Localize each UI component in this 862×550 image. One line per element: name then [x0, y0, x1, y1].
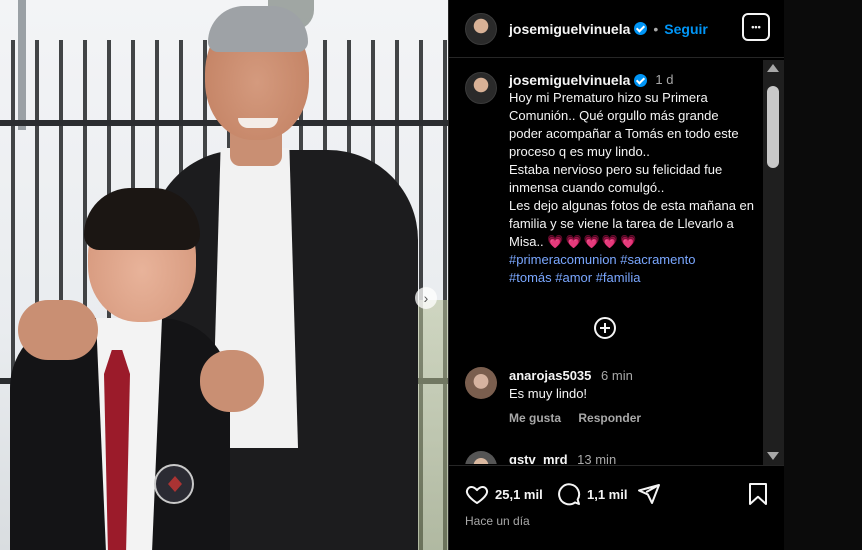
- caption-text: Hoy mi Prematuro hizo su Primera Comunió…: [509, 89, 755, 251]
- save-button[interactable]: [747, 482, 769, 506]
- scroll-down-arrow-icon[interactable]: [767, 452, 779, 460]
- post-actions: 25,1 mil 1,1 mil: [465, 482, 773, 506]
- follow-button[interactable]: Seguir: [664, 21, 708, 37]
- comment-username[interactable]: gstv_mrd: [509, 452, 568, 464]
- heart-emojis: 💗💗💗💗💗: [547, 234, 639, 249]
- comment-username[interactable]: anarojas5035: [509, 368, 591, 383]
- comment-avatar[interactable]: [465, 367, 497, 399]
- more-icon: •••: [751, 22, 761, 32]
- share-icon: [638, 484, 660, 504]
- comment-button[interactable]: 1,1 mil: [557, 482, 627, 506]
- school-badge-icon: [154, 464, 194, 504]
- verified-badge-icon: [634, 22, 648, 35]
- heart-icon: [465, 486, 489, 504]
- post-photo[interactable]: ›: [0, 0, 448, 550]
- comment-body: gstv_mrd 13 min: [509, 451, 616, 464]
- hashtag-line[interactable]: #primeracomunion #sacramento: [509, 251, 755, 269]
- like-button[interactable]: 25,1 mil: [465, 482, 543, 506]
- man-hair: [208, 6, 308, 52]
- hashtag-line[interactable]: #tomás #amor #familia: [509, 269, 755, 287]
- like-count: 25,1 mil: [495, 486, 543, 502]
- verified-badge-icon: [634, 73, 648, 87]
- avatar[interactable]: [465, 12, 497, 45]
- chevron-right-icon: ›: [423, 290, 429, 306]
- comment-item: anarojas5035 6 min Es muy lindo! Me gust…: [465, 367, 755, 427]
- page-background: [784, 0, 862, 550]
- bookmark-icon: [749, 483, 767, 505]
- more-options-button[interactable]: •••: [742, 13, 770, 41]
- scroll-up-arrow-icon[interactable]: [767, 64, 779, 72]
- comment-count: 1,1 mil: [587, 486, 628, 502]
- caption-text-content: Hoy mi Prematuro hizo su Primera Comunió…: [509, 90, 755, 249]
- load-more-comments-button[interactable]: [594, 317, 616, 339]
- share-button[interactable]: [637, 482, 661, 506]
- caption-header: josemiguelvinuela 1 d: [509, 71, 755, 89]
- caption-body: josemiguelvinuela 1 d Hoy mi Prematuro h…: [509, 71, 755, 287]
- comment-body: anarojas5035 6 min Es muy lindo! Me gust…: [509, 367, 655, 427]
- scrollbar-thumb[interactable]: [767, 86, 779, 168]
- next-photo-button[interactable]: ›: [415, 287, 437, 309]
- post-side-panel: josemiguelvinuela • Seguir ••• josemigue…: [448, 0, 785, 550]
- comment-time: 13 min: [577, 452, 617, 464]
- post-footer: 25,1 mil 1,1 mil Hace un día: [449, 465, 785, 550]
- comment-item: gstv_mrd 13 min: [465, 451, 755, 464]
- comment-icon: [558, 483, 581, 506]
- comment-time: 6 min: [601, 368, 633, 383]
- comment-reply-button[interactable]: Responder: [578, 411, 641, 425]
- post-header: josemiguelvinuela • Seguir •••: [449, 0, 785, 58]
- boy-tie: [104, 350, 130, 550]
- separator-dot: •: [653, 20, 659, 37]
- post-date: Hace un día: [465, 514, 530, 528]
- caption-time: 1 d: [655, 72, 674, 87]
- post-caption: josemiguelvinuela 1 d Hoy mi Prematuro h…: [465, 71, 755, 287]
- man-smile: [238, 118, 278, 128]
- comment-actions: Me gusta Responder: [509, 409, 655, 427]
- comment-text: Es muy lindo!: [509, 386, 588, 401]
- header-username[interactable]: josemiguelvinuela: [509, 21, 630, 37]
- comment-like-button[interactable]: Me gusta: [509, 411, 561, 425]
- caption-avatar[interactable]: [465, 72, 497, 104]
- man-hand: [200, 350, 264, 412]
- comment-avatar[interactable]: [465, 451, 497, 464]
- man-hand-on-shoulder: [18, 300, 98, 360]
- comments-scroll-area[interactable]: josemiguelvinuela 1 d Hoy mi Prematuro h…: [449, 59, 785, 464]
- caption-username[interactable]: josemiguelvinuela: [509, 71, 630, 89]
